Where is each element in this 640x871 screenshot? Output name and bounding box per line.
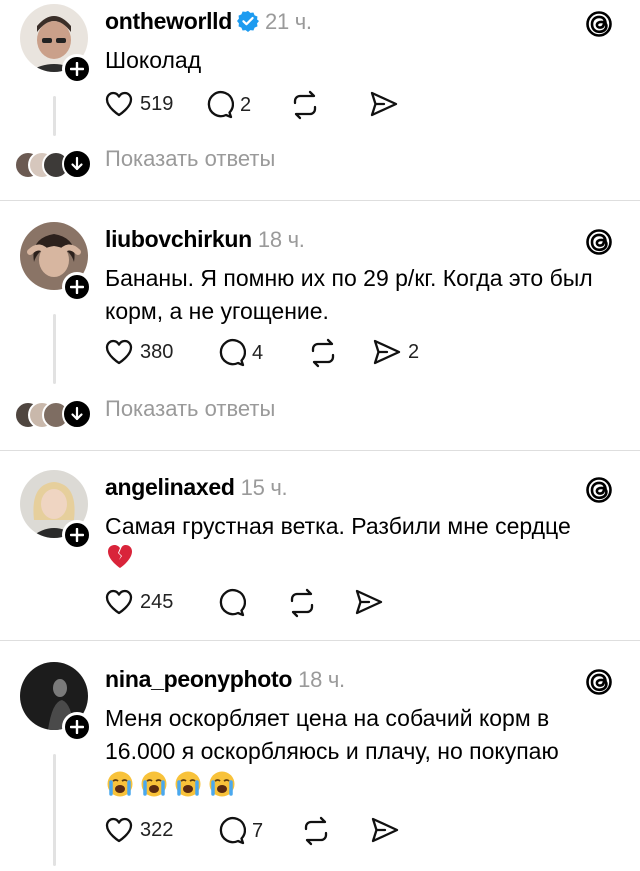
username-text[interactable]: ontheworlld (105, 8, 232, 34)
crying-face-icon (175, 771, 201, 797)
post-text: Самая грустная ветка. Разбили мне сердце (105, 513, 571, 539)
show-replies-row[interactable]: Показать ответы (0, 396, 640, 429)
repost-arrows-icon (311, 338, 335, 368)
emoji-row (106, 542, 134, 570)
paper-plane-icon (355, 589, 383, 615)
heart-outline-icon (105, 589, 133, 615)
heart-outline-icon (105, 91, 133, 117)
paper-plane-icon (373, 339, 401, 365)
speech-bubble-icon (219, 817, 246, 845)
speech-bubble-icon (207, 91, 234, 119)
repost-button[interactable] (289, 90, 321, 120)
heart-outline-icon (105, 339, 133, 365)
threads-logo-icon[interactable] (586, 476, 612, 509)
repost-arrows-icon (293, 90, 317, 120)
plus-icon (70, 62, 84, 76)
timestamp: 15 ч. (240, 475, 288, 500)
crying-face-icon (209, 771, 235, 797)
timestamp: 18 ч. (298, 667, 345, 692)
plus-icon (70, 720, 84, 734)
like-count: 380 (140, 340, 174, 363)
share-button[interactable]: 2 (372, 338, 419, 366)
share-button[interactable] (369, 90, 405, 118)
share-button[interactable] (370, 816, 406, 844)
post-text: Бананы. Я помню их по 29 р/кг. Когда это… (105, 265, 593, 324)
paper-plane-icon (370, 91, 398, 117)
username[interactable]: ontheworlld 21 ч. (105, 8, 312, 38)
divider (0, 200, 640, 201)
comment-count: 4 (252, 341, 264, 364)
repost-button[interactable] (307, 338, 339, 368)
broken-heart-icon (108, 545, 132, 568)
follow-plus-button[interactable] (62, 520, 92, 550)
thread-line (53, 754, 56, 866)
speech-bubble-icon (219, 589, 246, 617)
repost-arrows-icon (304, 816, 328, 846)
post-text: Меня оскорбляет цена на собачий корм в 1… (105, 705, 559, 764)
threads-logo-icon[interactable] (586, 228, 612, 261)
share-button[interactable] (354, 588, 390, 616)
like-count: 519 (140, 92, 174, 115)
repost-arrows-icon (290, 588, 314, 618)
like-button[interactable]: 519 (104, 90, 173, 118)
speech-bubble-icon (219, 339, 246, 367)
verified-badge-icon (237, 10, 260, 38)
show-replies-row[interactable]: Показать ответы (0, 146, 640, 179)
username[interactable]: angelinaxed 15 ч. (105, 474, 288, 501)
emoji-row (106, 770, 236, 798)
timestamp: 18 ч. (257, 227, 305, 252)
plus-icon (70, 280, 84, 294)
like-button[interactable]: 380 (104, 338, 173, 366)
comment-count: 7 (252, 819, 264, 842)
divider (0, 640, 640, 641)
like-count: 245 (140, 590, 174, 613)
comment-button[interactable]: 4 (216, 338, 263, 368)
username-text[interactable]: angelinaxed (105, 474, 235, 500)
share-count: 2 (408, 340, 420, 363)
timestamp: 21 ч. (265, 9, 312, 34)
repost-button[interactable] (300, 816, 332, 846)
comment-button[interactable] (216, 588, 252, 618)
follow-plus-button[interactable] (62, 54, 92, 84)
paper-plane-icon (371, 817, 399, 843)
crying-face-icon (107, 771, 133, 797)
like-button[interactable]: 322 (104, 816, 173, 844)
comment-count: 2 (240, 93, 252, 116)
follow-plus-button[interactable] (62, 272, 92, 302)
crying-face-icon (141, 771, 167, 797)
username[interactable]: liubovchirkun 18 ч. (105, 226, 305, 253)
show-replies-link[interactable]: Показать ответы (105, 396, 275, 422)
plus-icon (70, 528, 84, 542)
show-replies-link[interactable]: Показать ответы (105, 146, 275, 172)
like-button[interactable]: 245 (104, 588, 173, 616)
username-text[interactable]: liubovchirkun (105, 226, 252, 252)
thread-line (53, 314, 56, 384)
arrow-down-icon (62, 399, 92, 429)
like-count: 322 (140, 818, 174, 841)
comment-button[interactable]: 2 (204, 90, 251, 120)
username[interactable]: nina_peonyphoto 18 ч. (105, 666, 345, 693)
thread-line (53, 96, 56, 136)
threads-logo-icon[interactable] (586, 10, 612, 43)
repost-button[interactable] (286, 588, 318, 618)
heart-outline-icon (105, 817, 133, 843)
follow-plus-button[interactable] (62, 712, 92, 742)
comment-button[interactable]: 7 (216, 816, 263, 846)
post-text: Шоколад (105, 47, 202, 73)
divider (0, 450, 640, 451)
arrow-down-icon (62, 149, 92, 179)
threads-logo-icon[interactable] (586, 668, 612, 701)
username-text[interactable]: nina_peonyphoto (105, 666, 292, 692)
